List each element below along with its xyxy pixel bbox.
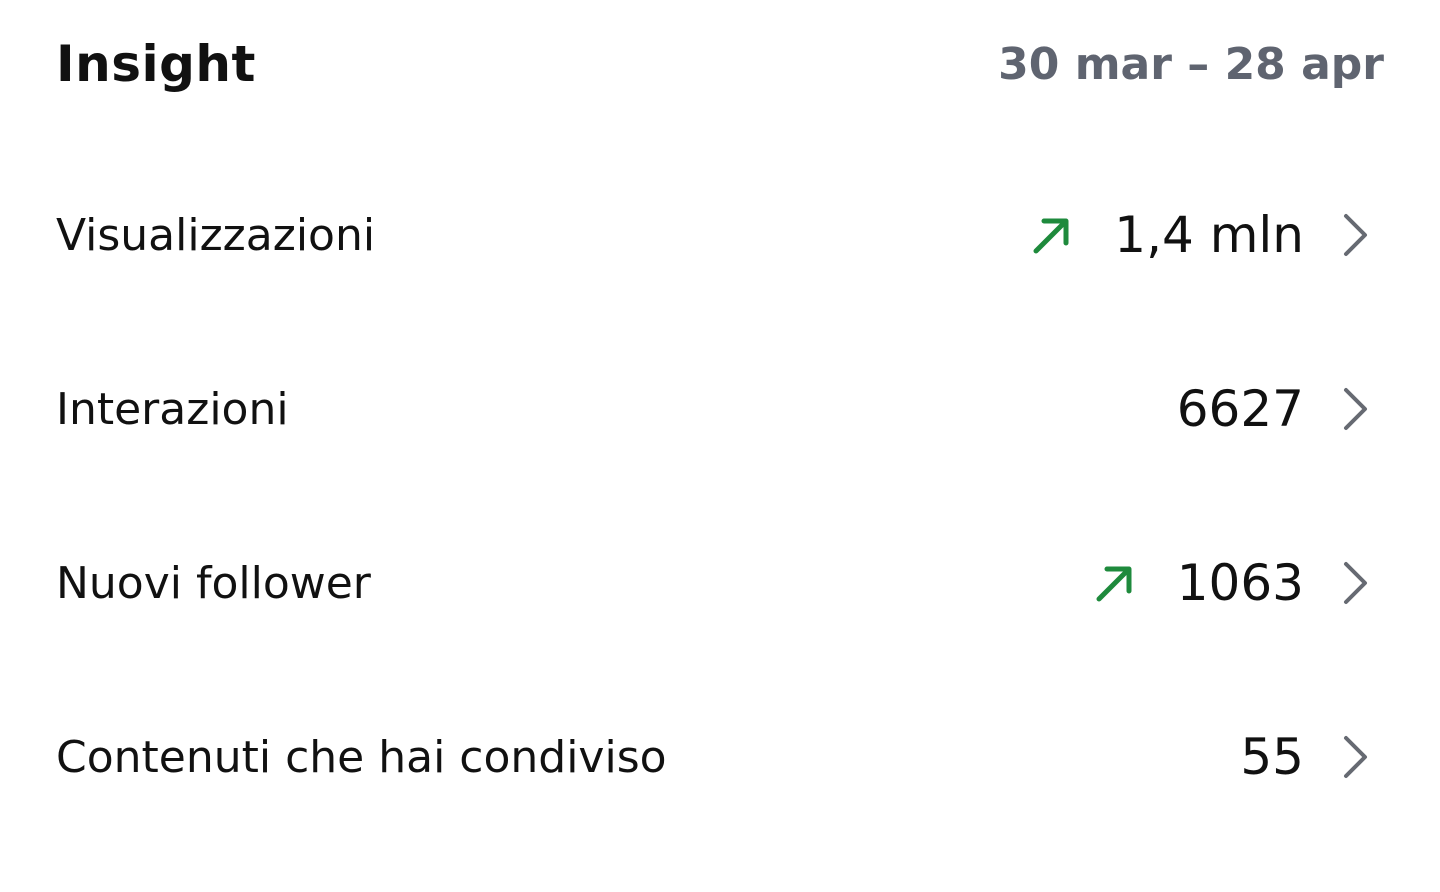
metric-right: 1063 [1093,554,1370,612]
metric-row-interactions[interactable]: Interazioni 6627 [0,322,1440,496]
chevron-right-icon [1340,386,1370,432]
arrow-up-right-icon [1030,213,1074,257]
metric-label: Visualizzazioni [56,209,376,261]
insight-card: Insight 30 mar – 28 apr Visualizzazioni … [0,0,1440,892]
chevron-right-icon [1340,734,1370,780]
metric-label: Interazioni [56,383,289,435]
metric-right: 55 [1240,728,1370,786]
arrow-up-right-icon [1093,561,1137,605]
metric-value: 1063 [1176,554,1304,612]
metric-row-new-followers[interactable]: Nuovi follower 1063 [0,496,1440,670]
metric-value: 6627 [1176,380,1304,438]
metric-label: Nuovi follower [56,557,371,609]
chevron-right-icon [1340,212,1370,258]
chevron-right-icon [1340,560,1370,606]
metric-value: 55 [1240,728,1304,786]
insight-header: Insight 30 mar – 28 apr [56,24,1384,104]
metric-right: 1,4 mln [1030,206,1370,264]
metric-row-shared-content[interactable]: Contenuti che hai condiviso 55 [0,670,1440,844]
metrics-list: Visualizzazioni 1,4 mln Interazioni 6627 [0,148,1440,844]
metric-right: 6627 [1177,380,1370,438]
date-range[interactable]: 30 mar – 28 apr [998,39,1384,90]
metric-label: Contenuti che hai condiviso [56,731,667,783]
page-title: Insight [56,35,256,93]
metric-row-views[interactable]: Visualizzazioni 1,4 mln [0,148,1440,322]
metric-value: 1,4 mln [1114,206,1304,264]
